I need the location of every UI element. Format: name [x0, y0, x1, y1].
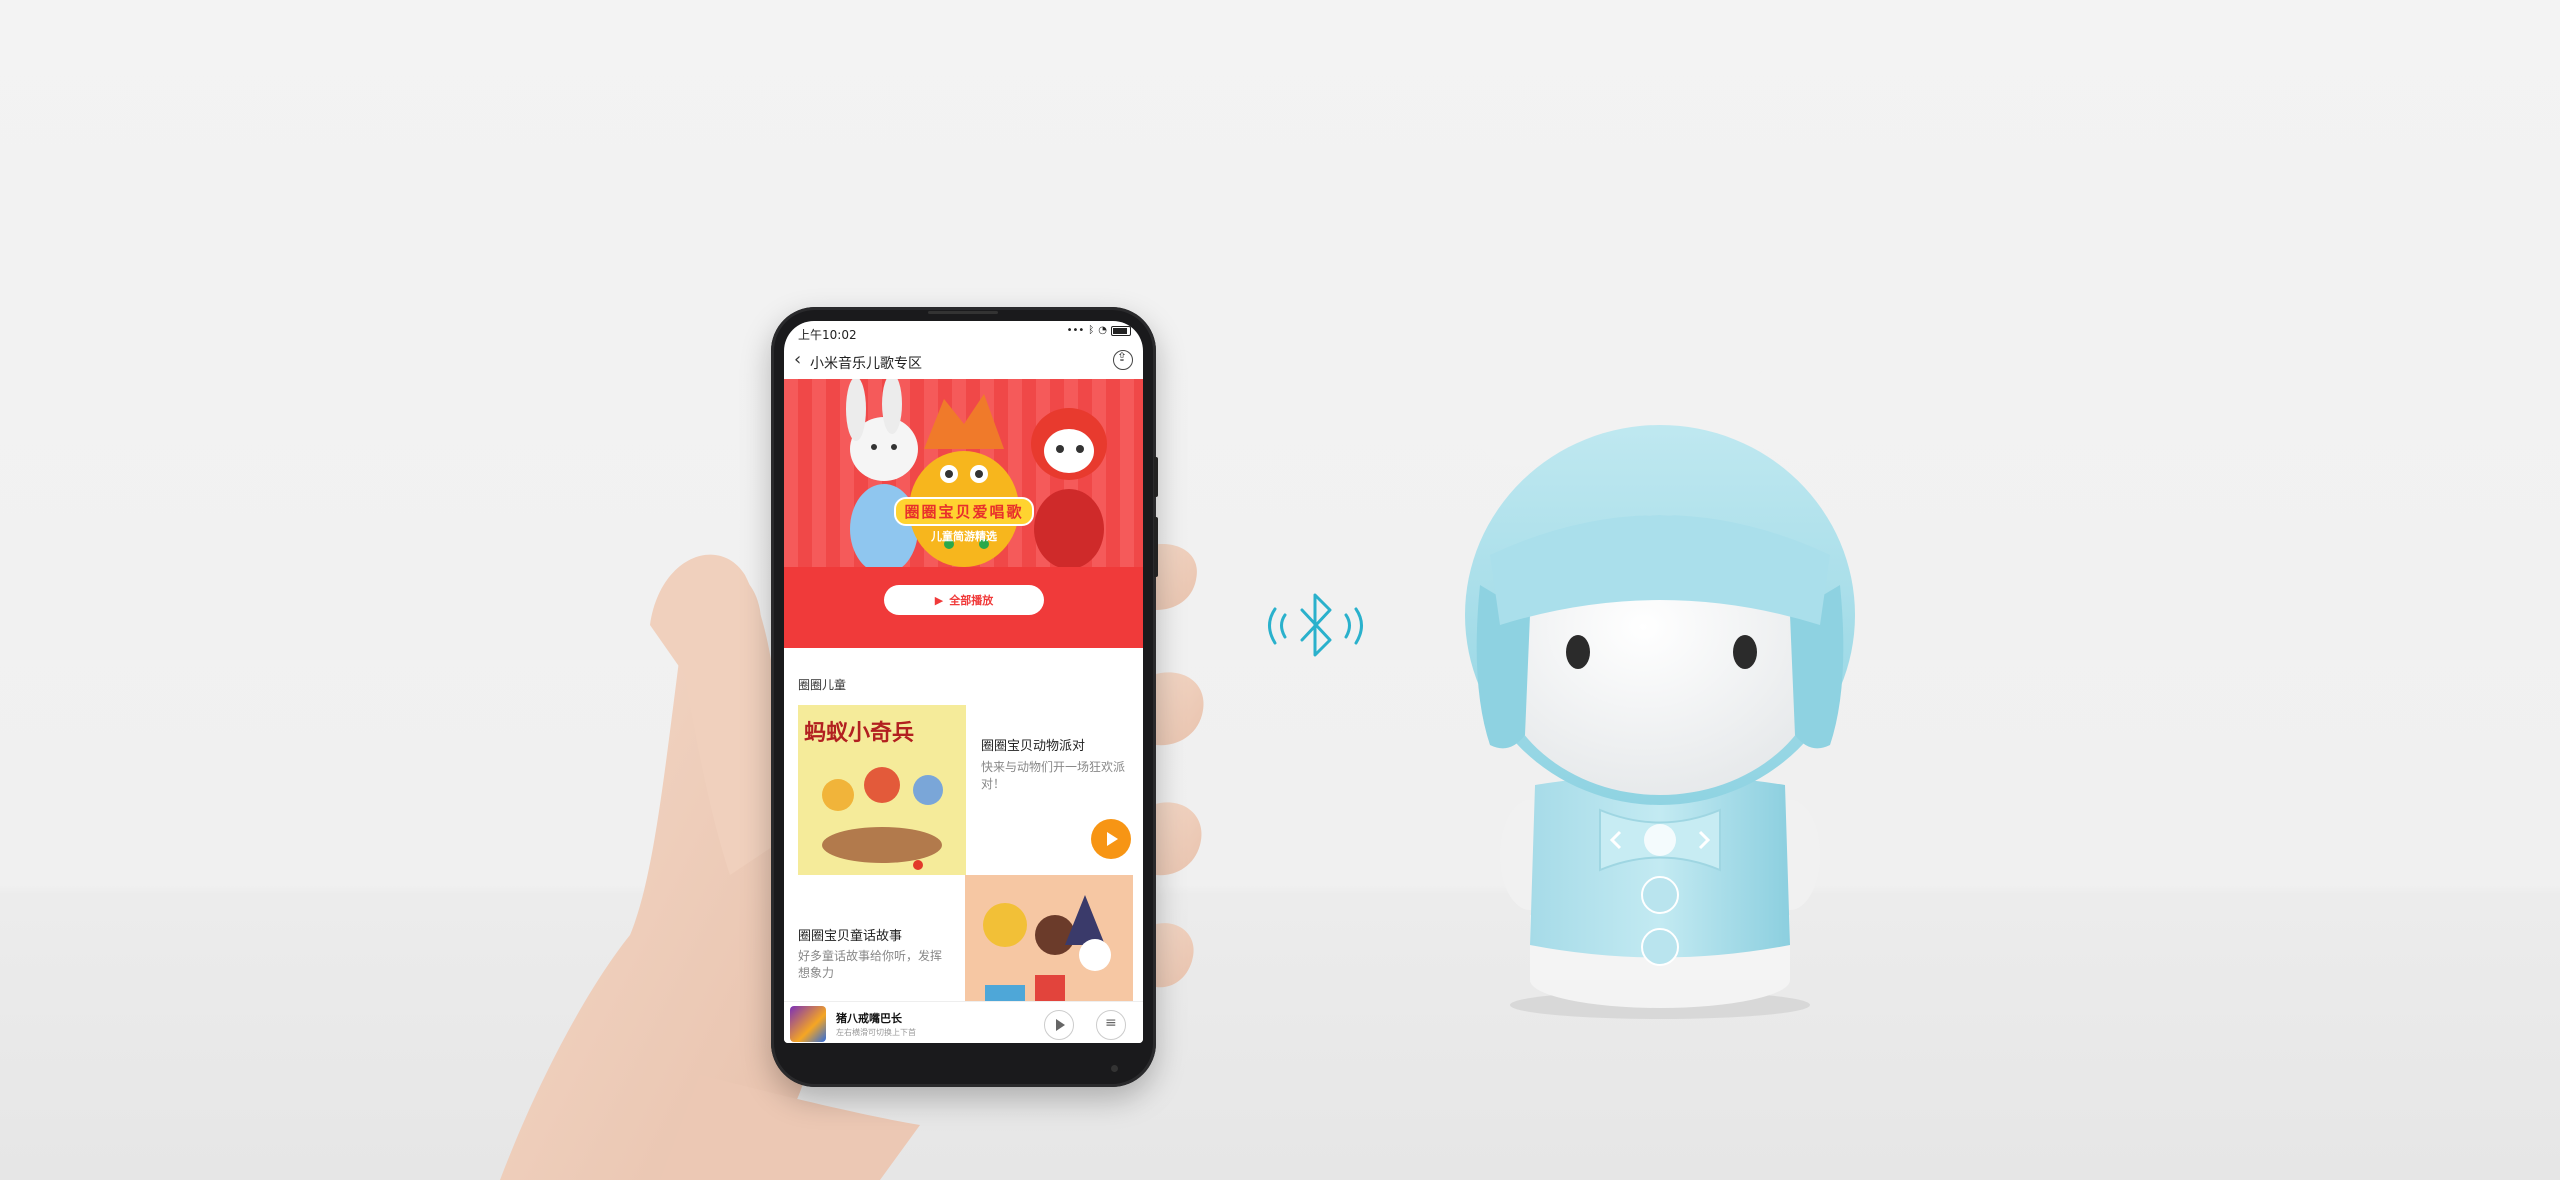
album-description: 快来与动物们开一场狂欢派对！ — [981, 760, 1126, 791]
playlist-button[interactable] — [1096, 1010, 1126, 1040]
bluetooth-icon: ᛒ — [1088, 325, 1095, 336]
banner-caption: 圈圈宝贝爱唱歌 儿童简游精选 — [874, 497, 1054, 544]
album-title: 圈圈宝贝动物派对 — [981, 739, 1086, 754]
front-sensor — [1111, 1065, 1118, 1072]
play-icon: ▶ — [934, 593, 944, 607]
status-time: 上午10:02 — [798, 328, 857, 342]
status-bar: 上午10:02 ••• ᛒ ◔ — [784, 321, 1143, 343]
wifi-icon: ◔ — [1098, 325, 1107, 336]
earpiece — [928, 311, 998, 314]
section-title: 圈圈儿童 — [798, 678, 847, 692]
battery-icon — [1111, 325, 1131, 336]
volume-button — [1154, 457, 1158, 497]
hero-banner[interactable]: 圈圈宝贝爱唱歌 儿童简游精选 ▶ 全部播放 — [784, 379, 1143, 648]
player-title: 猪八戒嘴巴长 — [836, 1012, 902, 1025]
page-title: 小米音乐儿歌专区 — [810, 356, 922, 372]
power-button — [1154, 517, 1158, 577]
floor-surface — [0, 895, 2560, 1180]
player-play-button[interactable] — [1044, 1010, 1074, 1040]
mini-player[interactable]: 猪八戒嘴巴长 左右横滑可切换上下首 — [784, 1001, 1143, 1043]
player-cover — [790, 1006, 826, 1042]
banner-caption-sub: 儿童简游精选 — [931, 530, 997, 543]
player-subtitle: 左右横滑可切换上下首 — [836, 1028, 916, 1037]
back-icon[interactable]: ‹ — [794, 349, 801, 370]
album-play-button[interactable] — [1091, 819, 1131, 859]
phone-screen: 上午10:02 ••• ᛒ ◔ ‹ 小米音乐儿歌专区 ⇪ 圈圈宝贝爱唱歌 儿童简… — [784, 321, 1143, 1043]
album-thumbnail: 蚂蚁小奇兵 — [798, 705, 966, 875]
bluetooth-icon — [1268, 593, 1363, 657]
album-card[interactable]: 蚂蚁小奇兵 圈圈宝贝动物派对 快来与动物们开一场狂欢派对！ — [798, 705, 1133, 875]
share-icon[interactable] — [1113, 350, 1133, 370]
play-all-label: 全部播放 — [949, 594, 994, 607]
banner-caption-main: 圈圈宝贝爱唱歌 — [894, 497, 1034, 526]
album-title: 圈圈宝贝童话故事 — [798, 929, 903, 944]
signal-icon: ••• — [1066, 325, 1085, 336]
play-all-button[interactable]: ▶ 全部播放 — [884, 585, 1044, 615]
thumbnail-title: 蚂蚁小奇兵 — [804, 721, 915, 746]
navbar: ‹ 小米音乐儿歌专区 — [784, 343, 1143, 379]
robot-toy-image — [1465, 358, 1855, 1019]
thumbnail-art — [822, 767, 943, 870]
album-description: 好多童话故事给你听，发挥想象力 — [798, 949, 943, 980]
phone-device: 上午10:02 ••• ᛒ ◔ ‹ 小米音乐儿歌专区 ⇪ 圈圈宝贝爱唱歌 儿童简… — [771, 307, 1158, 1087]
status-icons: ••• ᛒ ◔ — [1067, 325, 1131, 336]
